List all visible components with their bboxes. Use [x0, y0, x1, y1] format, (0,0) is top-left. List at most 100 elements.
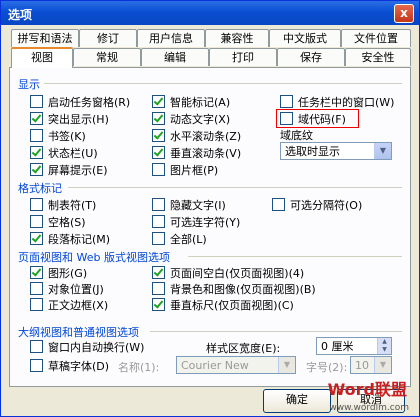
- tab-asian-typography[interactable]: 中文版式: [269, 29, 341, 47]
- close-button[interactable]: x: [394, 4, 414, 23]
- tab-save[interactable]: 保存: [277, 48, 345, 66]
- checkbox-box[interactable]: [30, 129, 43, 142]
- ok-button[interactable]: 确定: [263, 389, 331, 413]
- field-shading-select[interactable]: 选取时显示 ▼: [280, 142, 392, 160]
- field-shading-label: 域底纹: [280, 129, 313, 142]
- vertical-scroll-checkbox[interactable]: 垂直滚动条(V): [152, 146, 241, 160]
- font-name-label: 名称(1):: [118, 361, 160, 374]
- tab-view[interactable]: 视图: [11, 47, 73, 68]
- tab-print[interactable]: 打印: [209, 48, 277, 66]
- checkbox-box[interactable]: [30, 340, 43, 353]
- object-anchors-checkbox[interactable]: 对象位置(J): [30, 282, 104, 296]
- tab-characters-checkbox[interactable]: 制表符(T): [30, 198, 96, 212]
- checkbox-box[interactable]: [152, 163, 165, 176]
- checkbox-box[interactable]: [280, 95, 293, 108]
- checkbox-box[interactable]: [152, 112, 165, 125]
- chevron-down-icon[interactable]: ▼: [374, 143, 391, 159]
- checkbox-box[interactable]: [152, 266, 165, 279]
- tab-compatibility[interactable]: 兼容性: [205, 29, 269, 47]
- horizontal-scroll-checkbox[interactable]: 水平滚动条(Z): [152, 129, 241, 143]
- wrap-to-window-checkbox[interactable]: 窗口内自动换行(W): [30, 340, 144, 354]
- checkbox-box[interactable]: [30, 198, 43, 211]
- tab-spelling[interactable]: 拼写和语法: [11, 29, 79, 47]
- divider: [188, 256, 402, 257]
- text-boundaries-checkbox[interactable]: 正文边框(X): [30, 298, 108, 312]
- draft-font-checkbox[interactable]: 草稿字体(D): [30, 359, 109, 373]
- checkbox-box[interactable]: [30, 232, 43, 245]
- startup-task-pane-checkbox[interactable]: 启动任务窗格(R): [30, 95, 130, 109]
- screen-tips-checkbox[interactable]: 屏幕提示(E): [30, 163, 108, 177]
- field-shading-value: 选取时显示: [285, 145, 340, 158]
- title-bar[interactable]: 选项 x: [1, 1, 419, 25]
- status-bar-checkbox[interactable]: 状态栏(U): [30, 146, 98, 160]
- checkbox-box[interactable]: [280, 112, 293, 125]
- divider: [68, 187, 402, 188]
- animated-text-checkbox[interactable]: 动态文字(X): [152, 112, 230, 126]
- spaces-checkbox[interactable]: 空格(S): [30, 215, 86, 229]
- optional-breaks-checkbox[interactable]: 可选分隔符(O): [272, 198, 362, 212]
- checkbox-box[interactable]: [152, 198, 165, 211]
- checkbox-box[interactable]: [152, 146, 165, 159]
- font-size-value: 10: [355, 359, 369, 372]
- vertical-ruler-checkbox[interactable]: 垂直标尺(仅页面视图)(C): [152, 298, 294, 312]
- checkbox-box[interactable]: [30, 112, 43, 125]
- tab-file-locations[interactable]: 文件位置: [341, 29, 411, 47]
- drawings-checkbox[interactable]: 图形(G): [30, 266, 87, 280]
- checkbox-box[interactable]: [152, 232, 165, 245]
- font-name-value: Courier New: [181, 359, 249, 372]
- font-size-select[interactable]: 10 ▼: [350, 356, 392, 374]
- spin-down-icon[interactable]: ▼: [378, 346, 391, 354]
- divider: [150, 331, 402, 332]
- watermark-url: www.wordlm.com: [329, 403, 409, 413]
- tab-edit[interactable]: 编辑: [141, 48, 209, 66]
- picture-placeholders-checkbox[interactable]: 图片框(P): [152, 163, 218, 177]
- style-area-width-label: 样式区宽度(E):: [206, 342, 281, 355]
- tab-user-info[interactable]: 用户信息: [137, 29, 205, 47]
- checkbox-box[interactable]: [152, 215, 165, 228]
- checkbox-box[interactable]: [30, 282, 43, 295]
- all-marks-checkbox[interactable]: 全部(L): [152, 232, 207, 246]
- page-web-group-title: 页面视图和 Web 版式视图选项: [18, 251, 170, 264]
- checkbox-box[interactable]: [152, 129, 165, 142]
- divider: [44, 83, 402, 84]
- font-name-select[interactable]: Courier New ▼: [176, 356, 296, 374]
- highlight-checkbox[interactable]: 突出显示(H): [30, 112, 109, 126]
- chevron-down-icon[interactable]: ▼: [278, 357, 295, 373]
- white-space-between-pages-checkbox[interactable]: 页面间空白(仅页面视图)(4): [152, 266, 304, 280]
- spinner[interactable]: ▲ ▼: [377, 338, 391, 354]
- checkbox-box[interactable]: [30, 95, 43, 108]
- display-group-title: 显示: [18, 78, 40, 91]
- hidden-text-checkbox[interactable]: 隐藏文字(I): [152, 198, 226, 212]
- chevron-down-icon[interactable]: ▼: [374, 357, 391, 373]
- window-title: 选项: [8, 8, 33, 22]
- style-area-width-value: 0 厘米: [321, 340, 354, 353]
- checkbox-box[interactable]: [30, 298, 43, 311]
- smart-tags-checkbox[interactable]: 智能标记(A): [152, 95, 230, 109]
- spin-up-icon[interactable]: ▲: [378, 338, 391, 346]
- windows-in-taskbar-checkbox[interactable]: 任务栏中的窗口(W): [280, 95, 394, 109]
- format-marks-group-title: 格式标记: [18, 182, 62, 195]
- checkbox-box[interactable]: [30, 146, 43, 159]
- tab-general[interactable]: 常规: [73, 48, 141, 66]
- tab-revisions[interactable]: 修订: [79, 29, 137, 47]
- checkbox-box[interactable]: [152, 282, 165, 295]
- checkbox-box[interactable]: [272, 198, 285, 211]
- tab-security[interactable]: 安全性: [345, 48, 411, 66]
- checkbox-box[interactable]: [152, 95, 165, 108]
- optional-hyphens-checkbox[interactable]: 可选连字符(Y): [152, 215, 240, 229]
- font-size-label: 字号(2):: [306, 361, 348, 374]
- background-colors-checkbox[interactable]: 背景色和图像(仅页面视图)(B): [152, 282, 316, 296]
- checkbox-box[interactable]: [30, 163, 43, 176]
- checkbox-box[interactable]: [30, 215, 43, 228]
- checkbox-box[interactable]: [30, 266, 43, 279]
- watermark-logo: Word联盟: [327, 380, 407, 399]
- checkbox-box[interactable]: [152, 298, 165, 311]
- style-area-width-input[interactable]: 0 厘米 ▲ ▼: [316, 337, 392, 355]
- bookmarks-checkbox[interactable]: 书签(K): [30, 129, 86, 143]
- outline-group-title: 大纲视图和普通视图选项: [18, 326, 139, 339]
- field-codes-checkbox[interactable]: 域代码(F): [280, 112, 346, 126]
- options-dialog: 选项 x 拼写和语法 修订 用户信息 兼容性 中文版式 文件位置 视图 常规 编…: [0, 0, 420, 417]
- paragraph-marks-checkbox[interactable]: 段落标记(M): [30, 232, 110, 246]
- view-panel: 显示 启动任务窗格(R) 突出显示(H) 书签(K) 状态栏(U) 屏幕提示(E…: [9, 67, 411, 387]
- checkbox-box[interactable]: [30, 359, 43, 372]
